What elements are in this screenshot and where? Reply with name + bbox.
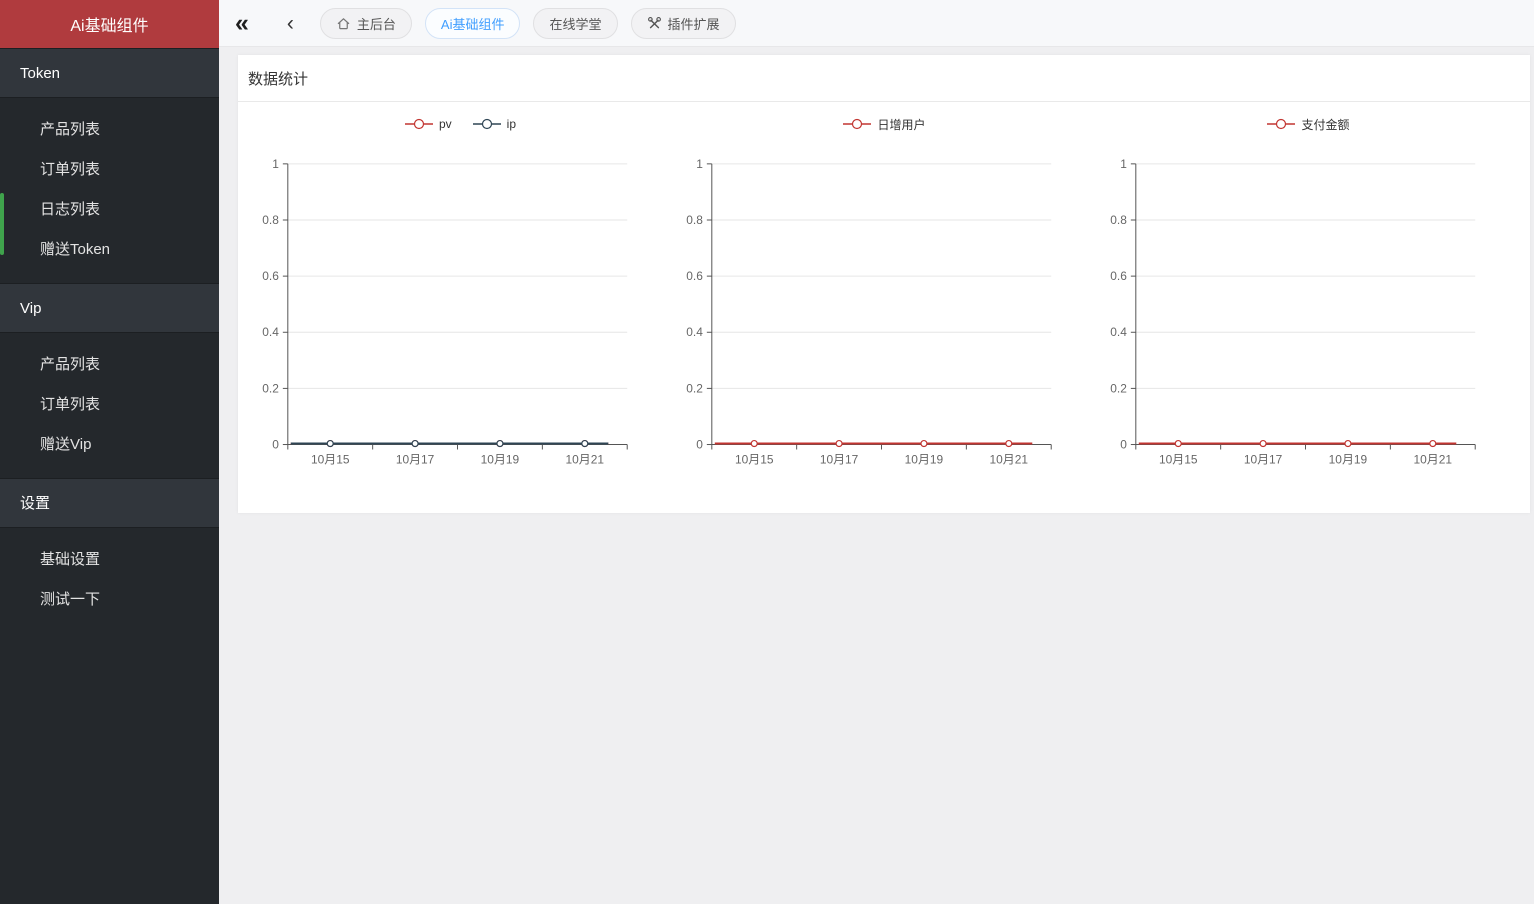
tab-label: 主后台 (357, 14, 396, 33)
sidebar-item[interactable]: 订单列表 (0, 150, 219, 190)
chart-legend: 日增用户 (672, 114, 1096, 134)
sidebar-item[interactable]: 赠送Token (0, 230, 219, 270)
back-icon[interactable]: ‹ (287, 13, 294, 34)
chart-canvas: 0 0.2 0.4 0.6 0.8 1 10月15 10月17 10月19 10月21 (1096, 134, 1520, 468)
svg-text:0.2: 0.2 (1110, 381, 1127, 395)
svg-text:0.8: 0.8 (1110, 213, 1127, 227)
svg-text:10月17: 10月17 (1244, 452, 1283, 466)
sidebar-scrollbar-thumb[interactable] (0, 193, 4, 255)
line-chart-svg: 0 0.2 0.4 0.6 0.8 1 10月15 10月17 10月19 10月21 (1096, 134, 1520, 468)
line-chart-svg: 0 0.2 0.4 0.6 0.8 1 10月15 10月17 10月19 10月21 (672, 134, 1096, 468)
svg-text:0: 0 (1120, 438, 1127, 452)
collapse-sidebar-icon[interactable]: « (235, 11, 249, 36)
svg-text:0.2: 0.2 (686, 381, 703, 395)
sidebar-section-items: 产品列表订单列表赠送Vip (0, 333, 219, 478)
tab-label: 在线学堂 (549, 14, 601, 33)
chart-legend: 支付金额 (1096, 114, 1520, 134)
sidebar-item[interactable]: 赠送Vip (0, 425, 219, 465)
svg-text:10月17: 10月17 (820, 452, 859, 466)
stats-card: 数据统计 pv ip 0 0.2 0.4 0.6 0.8 1 10月15 10月17 10月19 1… (238, 55, 1530, 513)
svg-text:1: 1 (272, 157, 279, 171)
top-navbar: « ‹ 主后台 Ai基础组件 在线学堂 插件扩展 (219, 0, 1534, 47)
svg-text:0.6: 0.6 (262, 269, 279, 283)
svg-text:10月17: 10月17 (396, 452, 435, 466)
sidebar-item[interactable]: 订单列表 (0, 385, 219, 425)
svg-text:0.6: 0.6 (1110, 269, 1127, 283)
line-chart-svg: 0 0.2 0.4 0.6 0.8 1 10月15 10月17 10月19 10月21 (248, 134, 672, 468)
chart-daily-users: 日增用户 0 0.2 0.4 0.6 0.8 1 10月15 10月17 10月19 10月21 (672, 102, 1096, 468)
svg-text:0.4: 0.4 (686, 325, 703, 339)
legend-marker-icon (842, 118, 872, 130)
sidebar-section-header[interactable]: Vip (0, 283, 219, 333)
svg-text:10月21: 10月21 (566, 452, 605, 466)
chart-payment: 支付金额 0 0.2 0.4 0.6 0.8 1 10月15 10月17 10月19 10月21 (1096, 102, 1520, 468)
legend-item[interactable]: 支付金额 (1266, 116, 1349, 133)
sidebar-section-header[interactable]: Token (0, 48, 219, 98)
svg-text:0.6: 0.6 (686, 269, 703, 283)
chart-pv-ip: pv ip 0 0.2 0.4 0.6 0.8 1 10月15 10月17 10月19 10月21 (248, 102, 672, 468)
sidebar-section-items: 产品列表订单列表日志列表赠送Token (0, 98, 219, 283)
sidebar-section-header[interactable]: 设置 (0, 478, 219, 528)
chart-canvas: 0 0.2 0.4 0.6 0.8 1 10月15 10月17 10月19 10月21 (672, 134, 1096, 468)
legend-marker-icon (404, 118, 434, 130)
svg-text:10月15: 10月15 (735, 452, 774, 466)
sidebar-item[interactable]: 产品列表 (0, 110, 219, 150)
svg-text:10月19: 10月19 (905, 452, 944, 466)
sidebar-item[interactable]: 产品列表 (0, 345, 219, 385)
tab-2[interactable]: 在线学堂 (533, 8, 617, 39)
svg-text:10月19: 10月19 (1329, 452, 1368, 466)
sidebar-item[interactable]: 基础设置 (0, 540, 219, 580)
sidebar-title: Ai基础组件 (0, 0, 219, 48)
tab-label: Ai基础组件 (441, 14, 505, 33)
charts-row: pvip 00.20.40.60.8110月1510月1710月1910月21 … (238, 102, 1530, 468)
legend-label: 支付金额 (1301, 116, 1349, 133)
svg-text:0.8: 0.8 (686, 213, 703, 227)
svg-text:0.4: 0.4 (262, 325, 279, 339)
legend-item[interactable]: pv (404, 117, 452, 131)
svg-text:0.4: 0.4 (1110, 325, 1127, 339)
tab-0[interactable]: 主后台 (320, 8, 412, 39)
svg-text:0: 0 (272, 438, 279, 452)
tab-3[interactable]: 插件扩展 (631, 8, 736, 39)
svg-text:0.8: 0.8 (262, 213, 279, 227)
chart-legend: pv ip (248, 114, 672, 134)
tab-label: 插件扩展 (668, 14, 720, 33)
tab-1-active[interactable]: Ai基础组件 (425, 8, 521, 39)
home-icon (336, 16, 351, 31)
card-title: 数据统计 (238, 55, 1530, 101)
svg-text:10月21: 10月21 (990, 452, 1029, 466)
legend-item[interactable]: ip (472, 117, 516, 131)
legend-item[interactable]: 日增用户 (842, 116, 925, 133)
legend-label: ip (507, 117, 516, 131)
sidebar-item[interactable]: 测试一下 (0, 580, 219, 620)
sidebar: Ai基础组件 Token产品列表订单列表日志列表赠送TokenVip产品列表订单… (0, 0, 219, 904)
legend-marker-icon (1266, 118, 1296, 130)
main-column: « ‹ 主后台Ai基础组件在线学堂插件扩展 数据统计 pvip 00.20.40… (219, 0, 1534, 904)
svg-text:10月19: 10月19 (481, 452, 520, 466)
svg-text:10月15: 10月15 (1159, 452, 1198, 466)
svg-text:0: 0 (696, 438, 703, 452)
svg-text:1: 1 (696, 157, 703, 171)
svg-text:10月21: 10月21 (1414, 452, 1453, 466)
legend-label: pv (439, 117, 452, 131)
svg-text:1: 1 (1120, 157, 1127, 171)
sidebar-menu: Token产品列表订单列表日志列表赠送TokenVip产品列表订单列表赠送Vip… (0, 48, 219, 633)
svg-text:0.2: 0.2 (262, 381, 279, 395)
chart-canvas: 0 0.2 0.4 0.6 0.8 1 10月15 10月17 10月19 10月21 (248, 134, 672, 468)
svg-text:10月15: 10月15 (311, 452, 350, 466)
legend-label: 日增用户 (877, 116, 925, 133)
content-area: 数据统计 pv ip 0 0.2 0.4 0.6 0.8 1 10月15 10月17 10月19 1… (219, 47, 1534, 904)
legend-marker-icon (472, 118, 502, 130)
tools-icon (647, 16, 662, 31)
sidebar-section-items: 基础设置测试一下 (0, 528, 219, 633)
sidebar-item[interactable]: 日志列表 (0, 190, 219, 230)
navbar-tabs: 主后台 Ai基础组件 在线学堂 插件扩展 (320, 8, 736, 39)
